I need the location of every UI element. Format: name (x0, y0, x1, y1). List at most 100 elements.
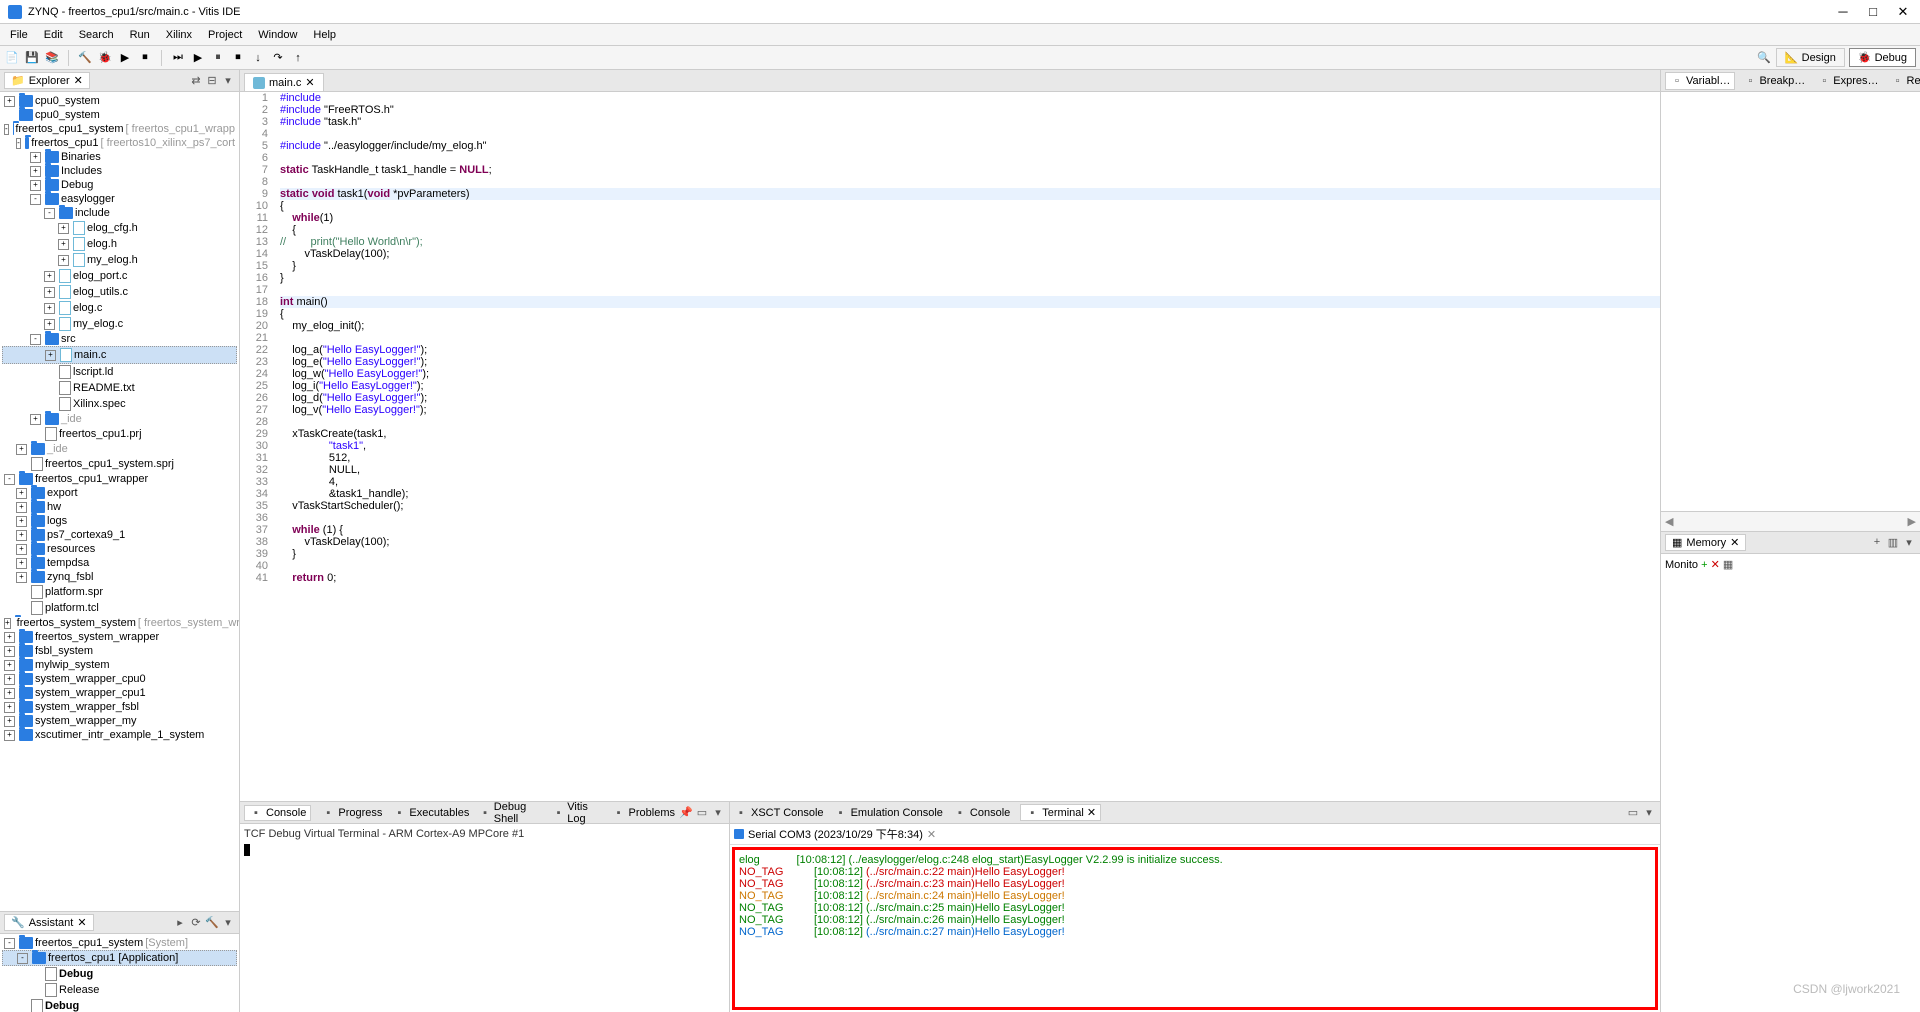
code-line[interactable]: int main() (280, 296, 1660, 308)
assistant-icon4[interactable]: ▾ (221, 916, 235, 929)
tree-item[interactable]: - include (2, 206, 237, 220)
expander-icon[interactable]: + (58, 255, 69, 266)
console-tab-progress[interactable]: ▪Progress (321, 807, 382, 819)
tree-item[interactable]: Xilinx.spec (2, 396, 237, 412)
tree-item[interactable]: + fsbl_system (2, 644, 237, 658)
step-return-button[interactable]: ↑ (290, 50, 306, 66)
code-line[interactable] (280, 416, 1660, 428)
code-line[interactable]: "task1", (280, 440, 1660, 452)
save-button[interactable]: 💾 (24, 50, 40, 66)
tree-item[interactable]: + cpu0_system (2, 94, 237, 108)
stop-button[interactable]: ⏹ (137, 50, 153, 66)
tree-item[interactable]: + tempdsa (2, 556, 237, 570)
editor-tab-main[interactable]: main.c ✕ (244, 73, 324, 91)
expander-icon[interactable]: + (44, 287, 55, 298)
code-line[interactable]: #include "../easylogger/include/my_elog.… (280, 140, 1660, 152)
expander-icon[interactable]: + (4, 730, 15, 741)
tree-item[interactable]: + my_elog.c (2, 316, 237, 332)
mem-new-icon[interactable]: + (1870, 536, 1884, 549)
monitor-toggle-icon[interactable]: ▦ (1723, 559, 1733, 571)
expander-icon[interactable] (16, 1001, 27, 1012)
tree-item[interactable]: - src (2, 332, 237, 346)
code-line[interactable]: my_elog_init(); (280, 320, 1660, 332)
close-button[interactable]: ✕ (1894, 4, 1912, 20)
code-line[interactable]: // print("Hello World\n\r"); (280, 236, 1660, 248)
scroll-right-icon[interactable]: ▶ (1908, 515, 1916, 528)
expander-icon[interactable]: + (4, 674, 15, 685)
expander-icon[interactable]: - (44, 208, 55, 219)
expander-icon[interactable] (30, 985, 41, 996)
expander-icon[interactable]: + (4, 618, 11, 629)
explorer-link-icon[interactable]: ⇄ (189, 74, 203, 87)
terminal-tab-xsct-console[interactable]: ▪XSCT Console (734, 807, 824, 819)
code-line[interactable]: } (280, 548, 1660, 560)
tree-item[interactable]: + freertos_system_system [ freertos_syst… (2, 616, 237, 630)
tree-item[interactable]: + export (2, 486, 237, 500)
new-button[interactable]: 📄 (4, 50, 20, 66)
tree-item[interactable]: - easylogger (2, 192, 237, 206)
tree-item[interactable]: + system_wrapper_my (2, 714, 237, 728)
code-line[interactable]: while (1) { (280, 524, 1660, 536)
scroll-left-icon[interactable]: ◀ (1665, 515, 1673, 528)
tree-item[interactable]: + logs (2, 514, 237, 528)
terminal-icon2[interactable]: ▾ (1642, 806, 1656, 819)
menu-xilinx[interactable]: Xilinx (160, 27, 198, 43)
assistant-tab[interactable]: 🔧 Assistant ✕ (4, 914, 94, 931)
maximize-button[interactable]: □ (1864, 4, 1882, 20)
perspective-debug[interactable]: 🐞Debug (1849, 48, 1916, 67)
menu-help[interactable]: Help (307, 27, 342, 43)
debug-button[interactable]: 🐞 (97, 50, 113, 66)
console-display-icon[interactable]: ▭ (695, 806, 709, 819)
expander-icon[interactable]: + (45, 350, 56, 361)
code-line[interactable]: log_w("Hello EasyLogger!"); (280, 368, 1660, 380)
right-tab-0[interactable]: ▫Variabl… (1665, 72, 1735, 90)
expander-icon[interactable]: + (44, 319, 55, 330)
tree-item[interactable]: + xscutimer_intr_example_1_system (2, 728, 237, 742)
code-line[interactable]: &task1_handle); (280, 488, 1660, 500)
expander-icon[interactable]: + (4, 96, 15, 107)
code-line[interactable]: #include (280, 92, 1660, 104)
tree-item[interactable]: + ps7_cortexa9_1 (2, 528, 237, 542)
run-button[interactable]: ▶ (117, 50, 133, 66)
code-line[interactable]: { (280, 308, 1660, 320)
tree-item[interactable]: + resources (2, 542, 237, 556)
tree-item[interactable]: + Debug (2, 178, 237, 192)
right-tab-2[interactable]: ▫Expres… (1813, 73, 1882, 89)
expander-icon[interactable]: - (17, 953, 28, 964)
tree-item[interactable]: + mylwip_system (2, 658, 237, 672)
save-all-button[interactable]: 📚 (44, 50, 60, 66)
expander-icon[interactable]: - (4, 474, 15, 485)
memory-tab[interactable]: ▦ Memory ✕ (1665, 534, 1746, 551)
tree-item[interactable]: + system_wrapper_cpu1 (2, 686, 237, 700)
expander-icon[interactable]: + (16, 572, 27, 583)
menu-file[interactable]: File (4, 27, 34, 43)
terminal-tab-console[interactable]: ▪Console (953, 807, 1010, 819)
tree-item[interactable]: README.txt (2, 380, 237, 396)
expander-icon[interactable]: + (4, 660, 15, 671)
tree-item[interactable]: + Binaries (2, 150, 237, 164)
expander-icon[interactable]: + (16, 544, 27, 555)
code-editor[interactable]: 1234567891011121314151617181920212223242… (240, 92, 1660, 801)
step-into-button[interactable]: ↓ (250, 50, 266, 66)
expander-icon[interactable]: + (16, 502, 27, 513)
tree-item[interactable]: freertos_cpu1.prj (2, 426, 237, 442)
menu-window[interactable]: Window (252, 27, 303, 43)
tree-item[interactable]: + elog.c (2, 300, 237, 316)
expander-icon[interactable] (44, 399, 55, 410)
code-line[interactable]: #include "FreeRTOS.h" (280, 104, 1660, 116)
tree-item[interactable]: + elog_utils.c (2, 284, 237, 300)
explorer-menu-icon[interactable]: ▾ (221, 74, 235, 87)
tree-item[interactable]: + hw (2, 500, 237, 514)
monitor-add-icon[interactable]: + (1701, 559, 1707, 571)
tree-item[interactable]: platform.spr (2, 584, 237, 600)
mem-toggle-icon[interactable]: ▥ (1886, 536, 1900, 549)
console-tab-executables[interactable]: ▪Executables (392, 807, 469, 819)
editor-tab-close-icon[interactable]: ✕ (305, 76, 314, 89)
tree-item[interactable]: Debug (2, 966, 237, 982)
expander-icon[interactable]: + (4, 716, 15, 727)
expander-icon[interactable] (44, 367, 55, 378)
step-over-button[interactable]: ↷ (270, 50, 286, 66)
expander-icon[interactable]: + (16, 444, 27, 455)
terminate-button[interactable]: ⏹ (230, 50, 246, 66)
code-line[interactable]: NULL, (280, 464, 1660, 476)
